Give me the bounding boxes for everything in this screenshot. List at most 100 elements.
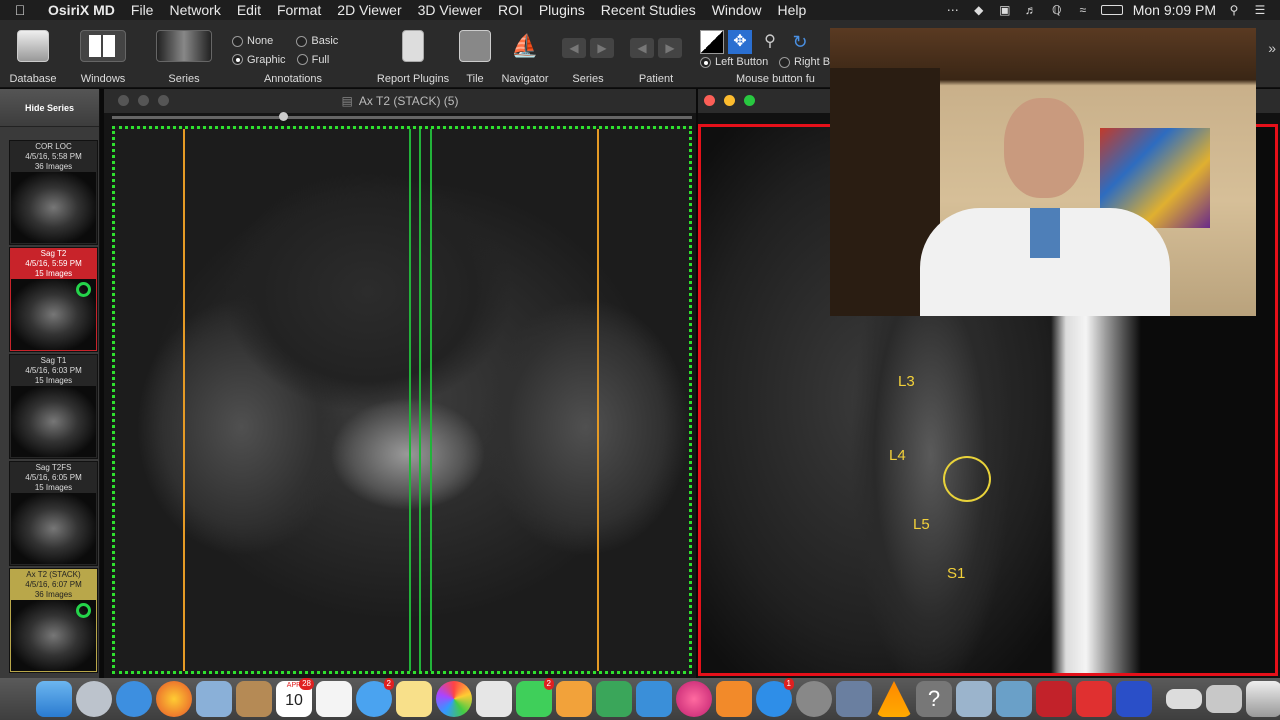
menu-format[interactable]: Format	[269, 2, 329, 18]
app-menu[interactable]: OsiriX MD	[40, 2, 123, 18]
move-tool-icon[interactable]: ✥	[728, 30, 752, 54]
keynote-icon[interactable]	[636, 681, 672, 717]
menubar:  OsiriX MD File Network Edit Format 2D …	[0, 0, 1280, 20]
grid-status-icon[interactable]: ⋯	[945, 4, 961, 16]
facetime-icon[interactable]: 2	[516, 678, 554, 717]
axial-mri-image[interactable]	[112, 126, 692, 674]
help-icon[interactable]: ?	[916, 681, 952, 717]
toolbar-overflow-icon[interactable]: »	[1268, 40, 1276, 56]
patient-next-arrow-icon[interactable]: ▶	[658, 38, 682, 58]
report-plugins-button[interactable]: Report Plugins	[372, 20, 454, 88]
battery-icon[interactable]	[1100, 5, 1123, 15]
series-thumb-sag-t1[interactable]: Sag T1 4/5/16, 6:03 PM 15 Images	[9, 354, 98, 459]
dropbox-icon[interactable]: ◆	[971, 4, 987, 16]
system-preferences-icon[interactable]	[796, 681, 832, 717]
documents-stack-icon[interactable]	[1206, 685, 1242, 713]
screen-sharing-icon[interactable]	[996, 681, 1032, 717]
slice-slider[interactable]	[112, 112, 692, 121]
safari-icon[interactable]	[116, 681, 152, 717]
series-thumb-ax-t2-stack[interactable]: Ax T2 (STACK) 4/5/16, 6:07 PM 36 Images	[9, 568, 98, 673]
tile-button[interactable]: Tile	[458, 20, 492, 88]
calendar-icon[interactable]: APR 10 28	[276, 678, 314, 717]
menu-network[interactable]: Network	[161, 2, 228, 18]
navigator-button[interactable]: ⛵ Navigator	[496, 20, 554, 88]
annot-full-radio[interactable]: Full	[296, 52, 329, 68]
zoom-app-icon[interactable]	[1116, 681, 1152, 717]
image-capture-icon[interactable]	[956, 681, 992, 717]
zoom-tool-icon[interactable]: ⚲	[758, 30, 782, 54]
pages-icon[interactable]	[556, 681, 592, 717]
trash-icon[interactable]	[1246, 681, 1280, 717]
series-layout-button[interactable]: Series	[152, 20, 216, 88]
series-thumb-image	[11, 600, 96, 671]
osirix-icon[interactable]	[836, 681, 872, 717]
preview-icon[interactable]	[476, 681, 512, 717]
series-thumb-text: COR LOC 4/5/16, 5:58 PM 36 Images	[25, 142, 82, 171]
left-button-radio[interactable]: Left Button	[700, 56, 768, 68]
notification-center-icon[interactable]: ☰	[1252, 4, 1268, 16]
series-next-arrow-icon[interactable]: ▶	[590, 38, 614, 58]
contacts-icon[interactable]	[236, 681, 272, 717]
window-level-tool-icon[interactable]	[700, 30, 724, 54]
series-thumb-sag-t2fs[interactable]: Sag T2FS 4/5/16, 6:05 PM 15 Images	[9, 461, 98, 566]
bluetooth-icon[interactable]: ℚ	[1049, 4, 1065, 16]
menu-2d-viewer[interactable]: 2D Viewer	[329, 2, 409, 18]
series-thumb-sag-t2[interactable]: Sag T2 4/5/16, 5:59 PM 15 Images	[9, 247, 98, 352]
firefox-icon[interactable]	[156, 681, 192, 717]
rotate-tool-icon[interactable]: ↻	[788, 30, 812, 54]
minimize-window-icon[interactable]	[724, 95, 735, 106]
screen-record-icon[interactable]: ▣	[997, 4, 1013, 16]
close-window-icon[interactable]	[704, 95, 715, 106]
menu-3d-viewer[interactable]: 3D Viewer	[410, 2, 490, 18]
app-store-icon[interactable]: 1	[756, 678, 794, 717]
annot-none-radio[interactable]: None	[232, 33, 273, 49]
series-thumb-text: Sag T1 4/5/16, 6:03 PM 15 Images	[25, 356, 82, 385]
notes-icon[interactable]	[396, 681, 432, 717]
messages-icon[interactable]: 2	[356, 678, 394, 717]
mail-stamp-icon[interactable]	[196, 681, 232, 717]
menu-file[interactable]: File	[123, 2, 162, 18]
annot-graphic-radio[interactable]: Graphic	[232, 52, 286, 68]
finder-icon[interactable]	[36, 681, 72, 717]
menu-edit[interactable]: Edit	[229, 2, 269, 18]
reference-line-green-2	[419, 129, 421, 671]
zoom-window-icon[interactable]	[158, 95, 169, 106]
zoom-window-icon[interactable]	[744, 95, 755, 106]
launchpad-icon[interactable]	[76, 681, 112, 717]
presenter-scrubs	[1030, 208, 1060, 258]
slice-slider-knob[interactable]	[279, 112, 288, 121]
vertebra-label-l4: L4	[889, 447, 906, 464]
presenter-head	[1004, 98, 1084, 198]
itunes-icon[interactable]	[676, 681, 712, 717]
series-panel: Hide Series COR LOC 4/5/16, 5:58 PM 36 Ima…	[0, 89, 100, 678]
downloads-stack-icon[interactable]	[1166, 689, 1202, 709]
spotlight-search-icon[interactable]: ⚲	[1226, 4, 1242, 16]
windows-button[interactable]: Windows	[72, 20, 134, 88]
wifi-icon[interactable]: ≈	[1075, 4, 1091, 16]
annot-basic-radio[interactable]: Basic	[296, 33, 338, 49]
apple-menu-icon[interactable]: 	[0, 2, 40, 18]
vlc-icon[interactable]	[876, 681, 912, 717]
sketchup-icon[interactable]	[1076, 681, 1112, 717]
axial-viewer-titlebar: ▤ Ax T2 (STACK) (5)	[104, 89, 696, 113]
numbers-icon[interactable]	[596, 681, 632, 717]
photos-icon[interactable]	[436, 681, 472, 717]
menu-window[interactable]: Window	[704, 2, 770, 18]
volume-icon[interactable]: ♬	[1023, 4, 1039, 16]
menu-recent-studies[interactable]: Recent Studies	[593, 2, 704, 18]
hide-series-button[interactable]: Hide Series	[0, 89, 99, 127]
menu-help[interactable]: Help	[770, 2, 815, 18]
notes-list-icon[interactable]	[316, 681, 352, 717]
mouse-tools-group: ✥ ⚲ ↻ Left Button Right But Mouse button…	[696, 20, 839, 88]
menubar-clock[interactable]: Mon 9:09 PM	[1133, 2, 1216, 18]
patient-prev-arrow-icon[interactable]: ◀	[630, 38, 654, 58]
database-button[interactable]: Database	[4, 20, 62, 88]
close-window-icon[interactable]	[118, 95, 129, 106]
parallels-icon[interactable]	[1036, 681, 1072, 717]
series-prev-arrow-icon[interactable]: ◀	[562, 38, 586, 58]
ibooks-icon[interactable]	[716, 681, 752, 717]
series-thumb-cor-loc[interactable]: COR LOC 4/5/16, 5:58 PM 36 Images	[9, 140, 98, 245]
menu-roi[interactable]: ROI	[490, 2, 531, 18]
minimize-window-icon[interactable]	[138, 95, 149, 106]
menu-plugins[interactable]: Plugins	[531, 2, 593, 18]
